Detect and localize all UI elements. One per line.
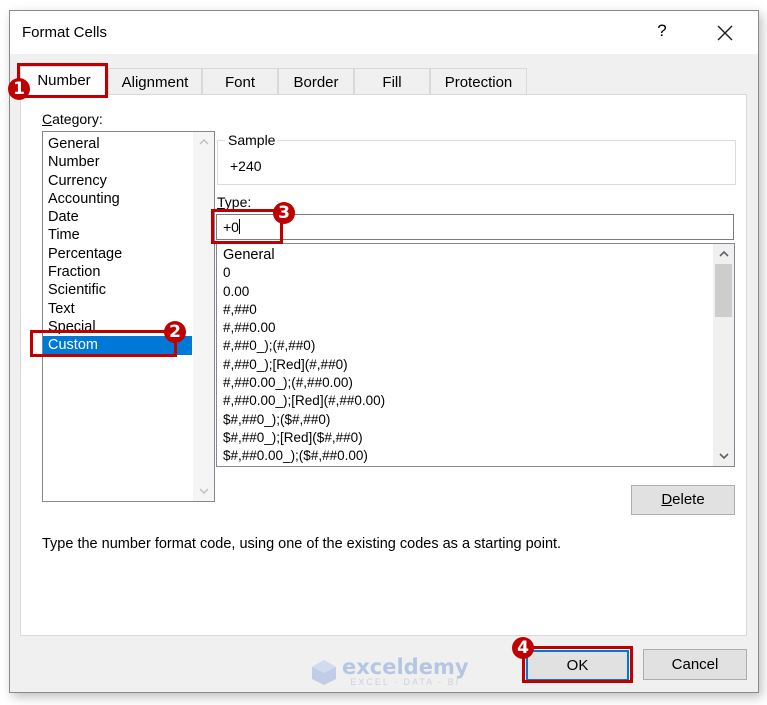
category-item-time[interactable]: Time bbox=[43, 226, 214, 244]
sample-group: +240 bbox=[217, 140, 736, 185]
step1-badge: 1 bbox=[8, 78, 30, 100]
category-item-text[interactable]: Text bbox=[43, 300, 214, 318]
format-code-item[interactable]: 0 bbox=[217, 264, 734, 282]
number-tab-panel: Category: General Number Currency Accoun… bbox=[20, 94, 747, 636]
sample-value: +240 bbox=[230, 158, 262, 174]
category-item-special[interactable]: Special bbox=[43, 318, 214, 336]
watermark-name: exceldemy bbox=[342, 655, 469, 679]
category-item-scientific[interactable]: Scientific bbox=[43, 281, 214, 299]
scroll-up-button[interactable] bbox=[193, 132, 214, 152]
format-code-item[interactable]: #,##0 bbox=[217, 301, 734, 319]
step3-badge: 3 bbox=[273, 202, 295, 224]
category-listbox[interactable]: General Number Currency Accounting Date … bbox=[42, 131, 215, 502]
dialog-title: Format Cells bbox=[22, 24, 108, 41]
tab-protection[interactable]: Protection bbox=[430, 68, 527, 94]
step2-badge: 2 bbox=[164, 321, 186, 343]
format-code-listbox[interactable]: General 0 0.00 #,##0 #,##0.00 #,##0_);(#… bbox=[216, 243, 735, 467]
help-button[interactable]: ? bbox=[652, 21, 672, 45]
format-code-item[interactable]: $#,##0_);($#,##0) bbox=[217, 411, 734, 429]
format-code-item[interactable]: #,##0.00_);[Red](#,##0.00) bbox=[217, 392, 734, 410]
type-label-accesskey: T bbox=[217, 194, 225, 210]
sample-label: Sample bbox=[225, 132, 279, 148]
text-caret bbox=[238, 219, 240, 234]
scroll-up-button[interactable] bbox=[713, 244, 734, 264]
watermark-tagline: EXCEL - DATA - BI bbox=[350, 677, 461, 687]
tab-border[interactable]: Border bbox=[278, 68, 354, 94]
close-button[interactable] bbox=[711, 19, 739, 47]
format-cells-dialog: Format Cells ? Number Alignment Font Bor… bbox=[9, 10, 759, 693]
delete-label: elete bbox=[672, 491, 705, 508]
type-label: Type: bbox=[217, 194, 251, 210]
category-item-currency[interactable]: Currency bbox=[43, 172, 214, 190]
format-code-items: General 0 0.00 #,##0 #,##0.00 #,##0_);(#… bbox=[217, 244, 734, 466]
category-item-general[interactable]: General bbox=[43, 135, 214, 153]
title-bar: Format Cells ? bbox=[10, 11, 758, 54]
exceldemy-logo-icon bbox=[312, 660, 336, 685]
type-label-text: ype: bbox=[224, 194, 252, 210]
format-code-item[interactable]: #,##0_);[Red](#,##0) bbox=[217, 356, 734, 374]
watermark: exceldemy EXCEL - DATA - BI bbox=[310, 657, 469, 687]
scroll-down-button[interactable] bbox=[193, 481, 214, 501]
close-icon bbox=[717, 25, 733, 41]
chevron-down-icon bbox=[718, 453, 729, 459]
category-items: General Number Currency Accounting Date … bbox=[43, 132, 214, 355]
type-input-value: +0 bbox=[223, 219, 239, 235]
tab-number[interactable]: Number bbox=[20, 66, 108, 95]
format-code-item[interactable]: $#,##0.00_);($#,##0.00) bbox=[217, 447, 734, 465]
delete-accesskey: D bbox=[661, 491, 673, 508]
format-code-item[interactable]: #,##0_);(#,##0) bbox=[217, 337, 734, 355]
category-label: Category: bbox=[42, 111, 103, 127]
tab-font[interactable]: Font bbox=[202, 68, 278, 94]
tab-alignment[interactable]: Alignment bbox=[108, 68, 202, 94]
category-item-percentage[interactable]: Percentage bbox=[43, 245, 214, 263]
format-code-item[interactable]: $#,##0_);[Red]($#,##0) bbox=[217, 429, 734, 447]
scroll-down-button[interactable] bbox=[713, 446, 734, 466]
category-scrollbar[interactable] bbox=[193, 132, 214, 501]
category-label-accesskey: C bbox=[42, 111, 53, 127]
category-label-text: ategory: bbox=[52, 111, 103, 127]
format-code-item[interactable]: 0.00 bbox=[217, 283, 734, 301]
hint-text: Type the number format code, using one o… bbox=[42, 536, 562, 552]
format-code-item[interactable]: #,##0.00_);(#,##0.00) bbox=[217, 374, 734, 392]
scroll-thumb[interactable] bbox=[715, 264, 732, 317]
cancel-button[interactable]: Cancel bbox=[643, 649, 747, 680]
chevron-up-icon bbox=[198, 139, 209, 145]
chevron-down-icon bbox=[198, 488, 209, 494]
ok-button[interactable]: OK bbox=[526, 650, 629, 681]
tab-fill[interactable]: Fill bbox=[354, 68, 430, 94]
category-item-fraction[interactable]: Fraction bbox=[43, 263, 214, 281]
format-code-item[interactable]: #,##0.00 bbox=[217, 319, 734, 337]
delete-button[interactable]: Delete bbox=[631, 485, 735, 515]
format-code-item[interactable]: General bbox=[217, 246, 734, 264]
chevron-up-icon bbox=[718, 251, 729, 257]
category-item-date[interactable]: Date bbox=[43, 208, 214, 226]
step4-badge: 4 bbox=[512, 637, 534, 659]
category-item-accounting[interactable]: Accounting bbox=[43, 190, 214, 208]
category-item-number[interactable]: Number bbox=[43, 153, 214, 171]
format-code-scrollbar[interactable] bbox=[713, 244, 734, 466]
